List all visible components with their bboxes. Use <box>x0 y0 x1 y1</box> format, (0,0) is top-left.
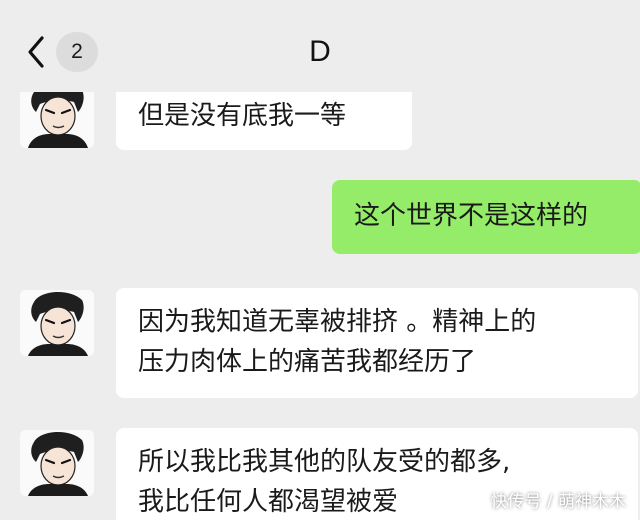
message-text: 这个世界不是这样的 <box>354 201 589 231</box>
chat-title: D <box>309 35 331 68</box>
avatar-icon <box>20 290 94 356</box>
avatar-icon <box>20 430 94 496</box>
chat-header: 2 D <box>0 0 640 92</box>
contact-avatar[interactable] <box>20 430 94 496</box>
message-text-line: 压力肉体上的痛苦我都经历了 <box>138 347 477 377</box>
chat-screen: 2 D 但是没有底我一等 这个世界不是这样的 因为我知道无辜被排挤 。精神上的 … <box>0 0 640 520</box>
message-bubble-sent[interactable]: 这个世界不是这样的 <box>332 180 640 254</box>
contact-avatar[interactable] <box>20 290 94 356</box>
message-text: 但是没有底我一等 <box>138 101 347 131</box>
message-bubble-received[interactable]: 但是没有底我一等 <box>116 84 412 150</box>
watermark: 快传号 / 萌神木木 <box>490 492 626 512</box>
message-bubble-received[interactable]: 因为我知道无辜被排挤 。精神上的 压力肉体上的痛苦我都经历了 <box>116 288 638 398</box>
message-text-line: 所以我比我其他的队友受的都多, <box>138 447 511 477</box>
message-text-line: 因为我知道无辜被排挤 。精神上的 <box>138 307 537 337</box>
